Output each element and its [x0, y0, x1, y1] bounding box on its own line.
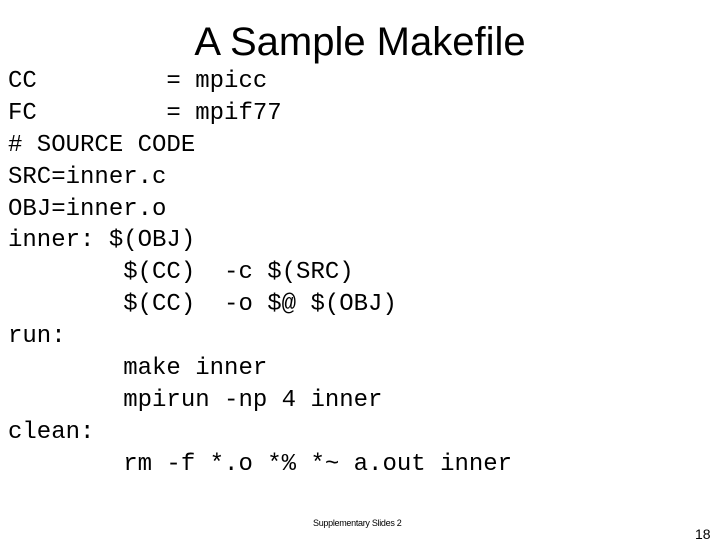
makefile-code-block: CC = mpicc FC = mpif77 # SOURCE CODE SRC=in… — [8, 66, 512, 481]
code-line: $(CC) -o $@ $(OBJ) — [8, 291, 397, 319]
code-line: # SOURCE CODE — [8, 131, 196, 159]
code-line: SRC=inner.c — [8, 163, 167, 191]
code-line: run: — [8, 323, 66, 351]
code-line: rm -f *.o *% *~ a.out inner — [8, 450, 513, 478]
slide-title: A Sample Makefile — [0, 18, 720, 66]
code-line: FC = mpif77 — [8, 99, 282, 127]
code-line: $(CC) -c $(SRC) — [8, 259, 354, 287]
slide-footer: Supplementary Slides 2 — [313, 518, 402, 528]
code-line: CC = mpicc — [8, 68, 268, 95]
slide-title-text: A Sample Makefile — [194, 20, 526, 64]
code-line: clean: — [8, 418, 95, 446]
code-line: mpirun -np 4 inner — [8, 386, 383, 414]
code-line: inner: $(OBJ) — [8, 227, 196, 255]
code-line: make inner — [8, 355, 268, 383]
code-line: OBJ=inner.o — [8, 195, 167, 223]
